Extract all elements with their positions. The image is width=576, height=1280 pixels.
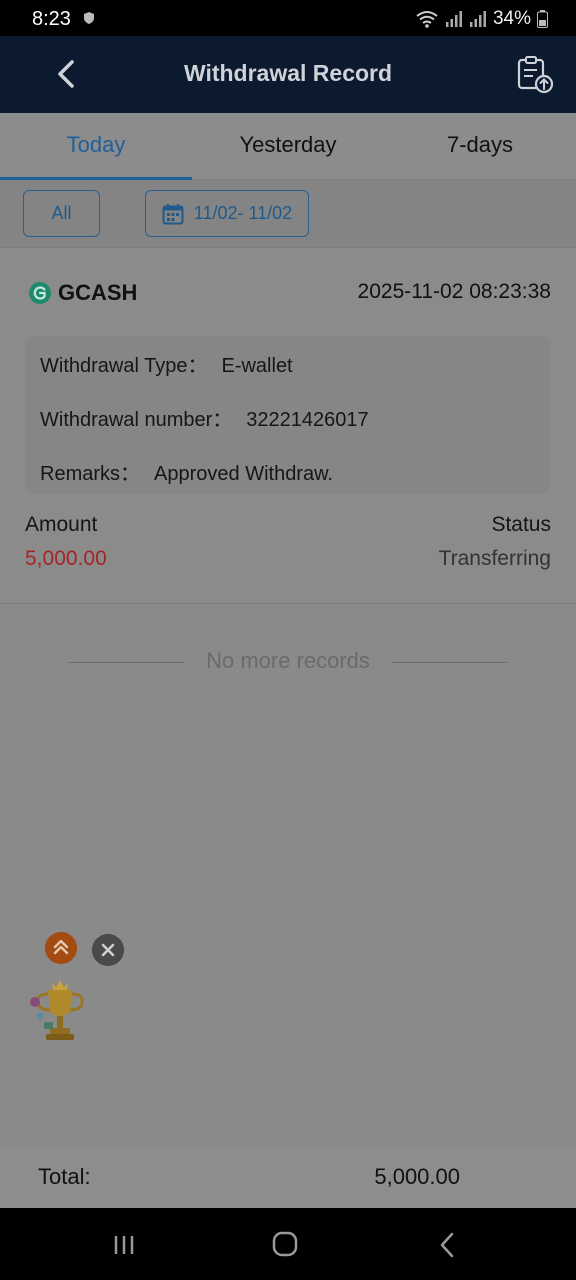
withdrawal-type-label: Withdrawal Type：: [40, 355, 208, 377]
tab-7-days[interactable]: 7-days: [384, 113, 576, 180]
amount-value: 5,000.00: [25, 547, 107, 570]
trophy-promo-icon[interactable]: [26, 976, 94, 1046]
shield-icon: [84, 12, 94, 24]
total-label: Total:: [38, 1164, 91, 1189]
wifi-icon: [416, 11, 438, 28]
clipboard-upload-icon[interactable]: [516, 54, 554, 94]
withdrawal-type-value: E-wallet: [221, 355, 293, 377]
status-bar: 8:23 34%: [0, 0, 576, 36]
withdrawal-type-row: Withdrawal Type： E-wallet: [40, 349, 293, 378]
withdrawal-number-label: Withdrawal number：: [40, 409, 233, 431]
system-nav-bar: [0, 1208, 576, 1280]
divider-right: [391, 662, 507, 663]
withdrawal-number-value: 32221426017: [246, 409, 369, 431]
signal-icon: [445, 11, 462, 27]
battery-percent: 34%: [492, 8, 531, 29]
no-more-records-text: No more records: [206, 648, 370, 673]
payment-method-name: GCASH: [58, 280, 138, 305]
signal-icon-2: [469, 11, 486, 27]
close-icon[interactable]: [92, 934, 124, 966]
all-filter-label: All: [51, 203, 72, 223]
payment-method: GCASH: [28, 280, 137, 306]
home-icon[interactable]: [265, 1230, 305, 1260]
calendar-icon: [162, 203, 184, 224]
withdrawal-record-card[interactable]: GCASH 2025-11-02 08:23:38 Withdrawal Typ…: [0, 248, 576, 604]
remarks-label: Remarks：: [40, 463, 141, 485]
tab-yesterday[interactable]: Yesterday: [192, 113, 384, 180]
filter-bar: All 11/02- 11/02: [0, 180, 576, 248]
gcash-logo-icon: [29, 282, 51, 304]
date-tabs: Today Yesterday 7-days: [0, 113, 576, 180]
total-value: 5,000.00: [374, 1164, 460, 1189]
total-bar: Total: 5,000.00: [0, 1146, 576, 1208]
page-title: Withdrawal Record: [183, 60, 393, 86]
status-value: Transferring: [438, 547, 551, 570]
scroll-up-icon[interactable]: [45, 932, 77, 964]
status-time: 8:23: [32, 8, 71, 30]
battery-icon: [537, 10, 548, 28]
remarks-row: Remarks： Approved Withdraw.: [40, 457, 333, 486]
app-header: Withdrawal Record: [0, 36, 576, 113]
record-datetime: 2025-11-02 08:23:38: [357, 280, 551, 303]
back-nav-icon[interactable]: [428, 1230, 468, 1260]
date-range-label: 11/02- 11/02: [193, 203, 293, 223]
date-range-button[interactable]: 11/02- 11/02: [145, 190, 309, 237]
recent-apps-icon[interactable]: [104, 1230, 144, 1260]
amount-label: Amount: [25, 513, 98, 536]
withdrawal-number-row: Withdrawal number： 32221426017: [40, 403, 369, 432]
tab-today[interactable]: Today: [0, 113, 192, 180]
remarks-value: Approved Withdraw.: [154, 463, 333, 485]
all-filter-button[interactable]: All: [23, 190, 100, 237]
record-details: Withdrawal Type： E-wallet Withdrawal numb…: [25, 336, 550, 494]
status-label: Status: [491, 513, 551, 536]
